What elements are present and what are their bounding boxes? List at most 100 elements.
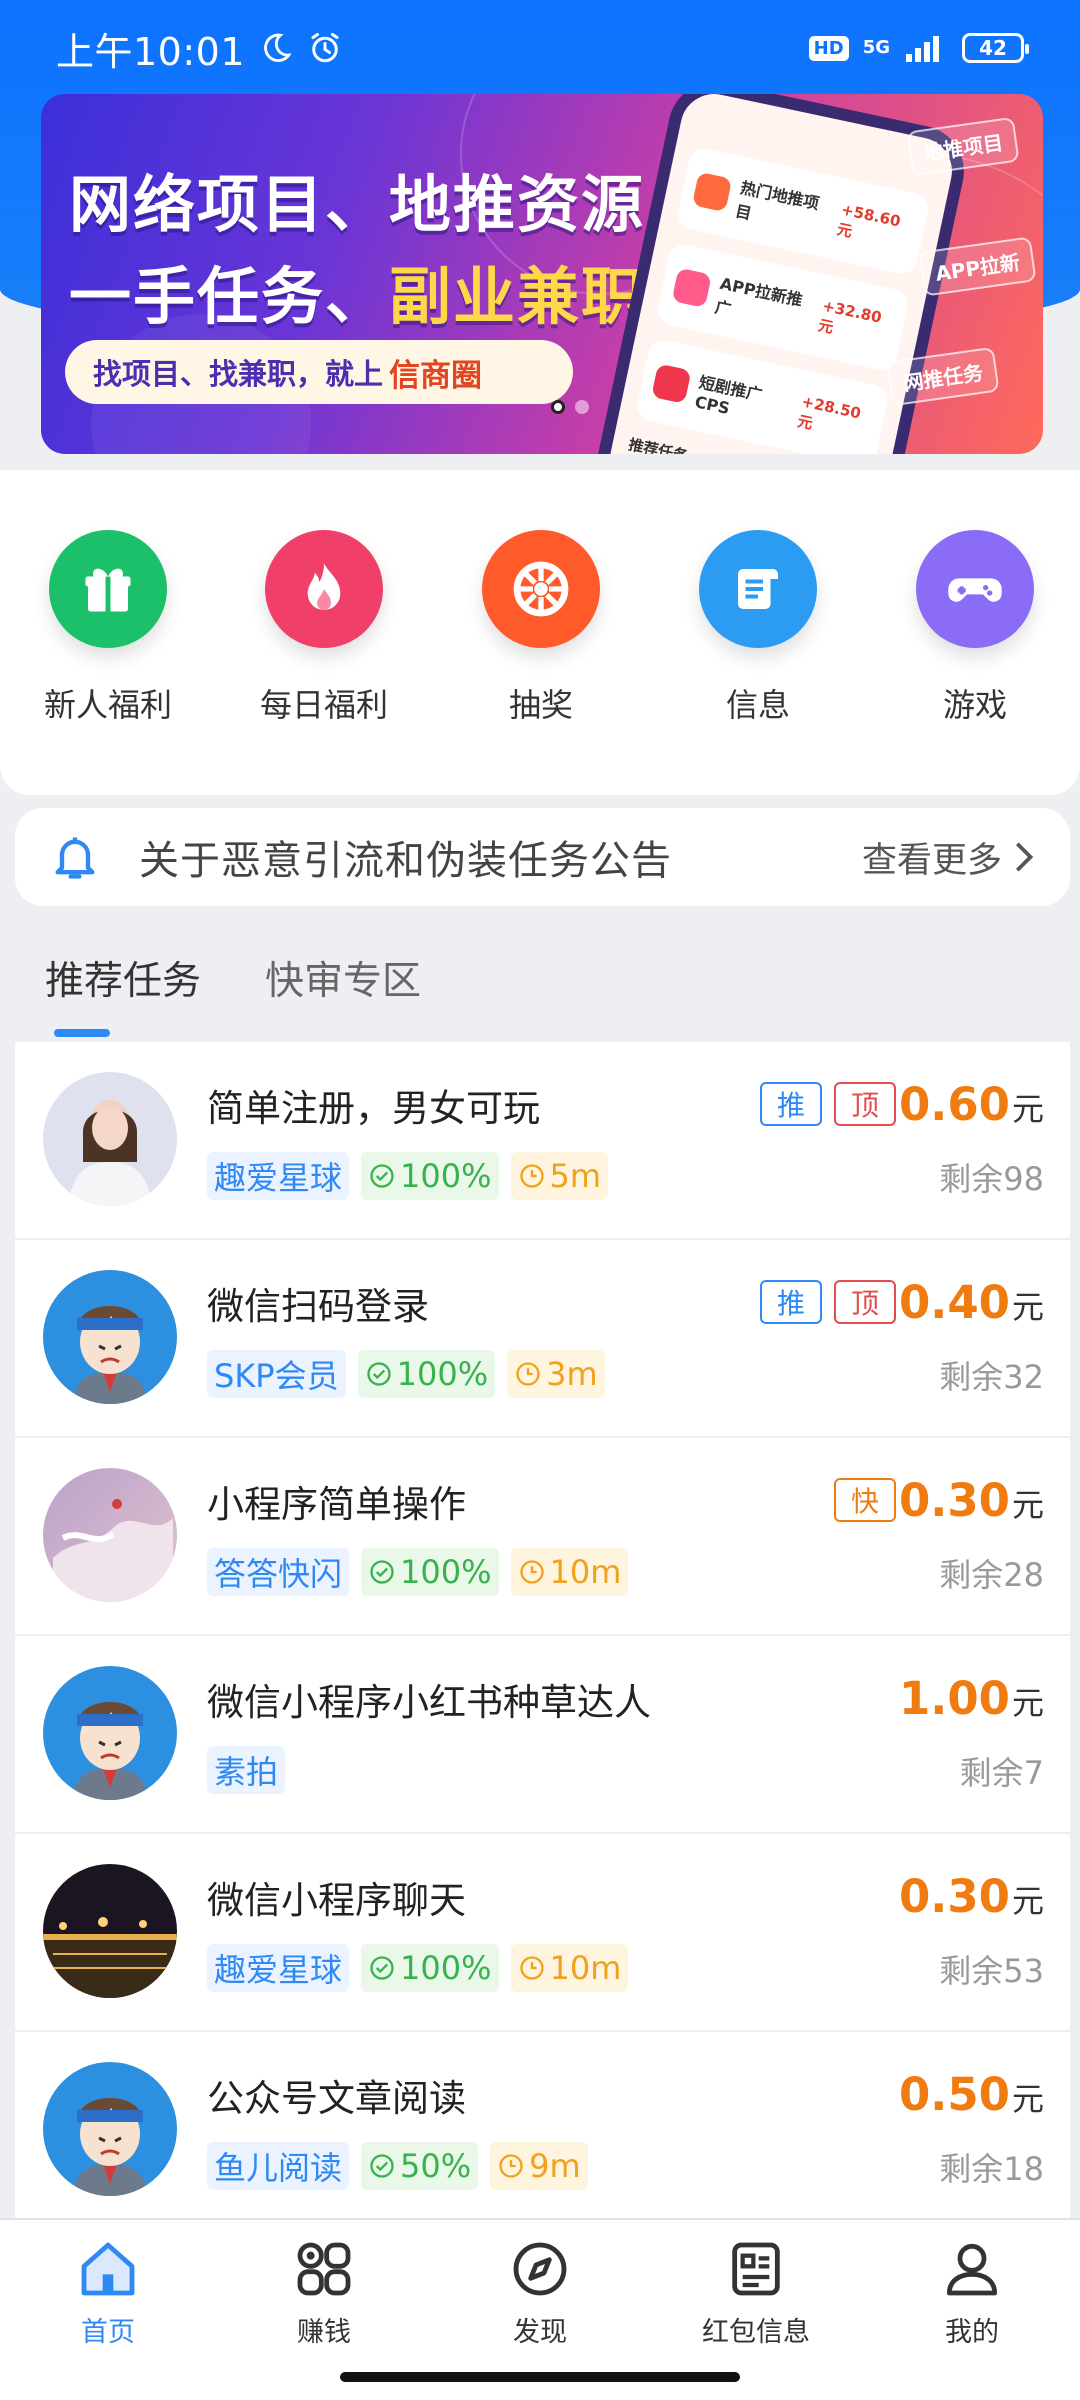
- nav-discover[interactable]: 发现: [460, 2234, 620, 2349]
- task-remaining: 剩余32: [939, 1358, 1044, 1396]
- banner-headline-2-prefix: 一手任务、: [69, 260, 390, 333]
- wheel-icon: [482, 530, 600, 648]
- flame-icon: [691, 171, 733, 213]
- play-icon: [651, 363, 692, 404]
- clock-icon: [519, 1560, 544, 1584]
- source-tag: 趣爱星球: [207, 1152, 350, 1200]
- time-tag: 10m: [510, 1548, 629, 1596]
- banner-slogan: 找项目、找兼职，就上 信商圈: [65, 340, 573, 404]
- brand-name: 信商圈: [389, 357, 483, 394]
- home-indicator[interactable]: [340, 2372, 740, 2382]
- news-icon: [676, 2234, 836, 2304]
- price-unit: 元: [1011, 2080, 1044, 2118]
- quick-entry-card: 新人福利 每日福利 抽奖 信息 游戏: [0, 470, 1080, 795]
- time-tag: 9m: [490, 2142, 588, 2190]
- task-row[interactable]: 公众号文章阅读 鱼儿阅读 50% 9m 0.50 元 剩余18: [15, 2032, 1070, 2230]
- task-title: 公众号文章阅读: [207, 2077, 466, 2120]
- task-tabs: 推荐任务 快审专区: [45, 950, 421, 1006]
- task-title: 微信小程序小红书种草达人: [207, 1681, 651, 1724]
- task-row[interactable]: 简单注册，男女可玩 趣爱星球 100% 5m 推 顶 0.60 元 剩余98: [15, 1042, 1070, 1240]
- task-row[interactable]: 微信小程序聊天 趣爱星球 100% 10m 0.30 元 剩余53: [15, 1834, 1070, 2032]
- task-row[interactable]: 微信扫码登录 SKP会员 100% 3m 推 顶 0.40 元 剩余32: [15, 1240, 1070, 1438]
- avatar: [43, 2062, 177, 2196]
- rate-tag: 100%: [361, 1548, 499, 1596]
- check-circle-icon: [370, 1560, 394, 1584]
- avatar: [43, 1270, 177, 1404]
- rate-tag: 100%: [361, 1944, 499, 1992]
- task-badges: 推 顶: [760, 1280, 896, 1324]
- promo-banner[interactable]: 网络项目、地推资源 一手任务、副业兼职 找项目、找兼职，就上 信商圈 热门地推项目…: [41, 94, 1043, 454]
- task-row[interactable]: 小程序简单操作 答答快闪 100% 10m 快 0.30 元 剩余28: [15, 1438, 1070, 1636]
- time-value: 10m: [549, 1553, 622, 1591]
- price-unit: 元: [1011, 1486, 1044, 1524]
- task-remaining: 剩余28: [939, 1556, 1044, 1594]
- task-remaining: 剩余53: [939, 1952, 1044, 1990]
- hd-icon: HD: [808, 35, 849, 61]
- quick-item-lottery[interactable]: 抽奖: [466, 530, 616, 726]
- task-title: 微信扫码登录: [207, 1285, 429, 1328]
- nav-home[interactable]: 首页: [28, 2234, 188, 2349]
- notice-more-link[interactable]: 查看更多: [862, 832, 1036, 883]
- tab-recommended[interactable]: 推荐任务: [45, 950, 201, 1006]
- network-label: 5G: [862, 37, 890, 58]
- banner-headline-1: 网络项目、地推资源: [69, 168, 646, 241]
- tab-fast-review[interactable]: 快审专区: [265, 950, 421, 1006]
- task-price: 0.30 元: [899, 1870, 1044, 1923]
- check-circle-icon: [370, 1956, 394, 1980]
- banner-dot[interactable]: [551, 400, 565, 414]
- task-tags: 素拍: [207, 1746, 286, 1794]
- avatar: [43, 1864, 177, 1998]
- time-tag: 3m: [507, 1350, 605, 1398]
- source-tag: 趣爱星球: [207, 1944, 350, 1992]
- rate-tag: 100%: [357, 1350, 496, 1398]
- nav-earn[interactable]: 赚钱: [244, 2234, 404, 2349]
- badge-fast: 快: [834, 1478, 896, 1522]
- quick-item-games[interactable]: 游戏: [900, 530, 1050, 726]
- banner-dot[interactable]: [575, 400, 589, 414]
- gamepad-icon: [916, 530, 1034, 648]
- quick-item-daily[interactable]: 每日福利: [249, 530, 399, 726]
- badge-top: 顶: [834, 1082, 896, 1126]
- flame-icon: [265, 530, 383, 648]
- banner-headline-2-highlight: 副业兼职: [389, 260, 646, 333]
- time-value: 5m: [549, 1157, 602, 1195]
- banner-headline-2: 一手任务、副业兼职: [69, 246, 645, 336]
- status-time: 上午10:01: [56, 29, 246, 74]
- rate-value: 100%: [400, 1157, 492, 1195]
- price-value: 1.00: [898, 1672, 1010, 1725]
- nav-label: 赚钱: [297, 2317, 351, 2348]
- time-value: 9m: [529, 2147, 581, 2185]
- badge-push: 推: [760, 1082, 822, 1126]
- battery-icon: 42: [962, 33, 1029, 63]
- quick-item-label: 信息: [725, 686, 790, 724]
- nav-me[interactable]: 我的: [892, 2234, 1052, 2349]
- price-value: 0.60: [898, 1078, 1010, 1131]
- task-price: 0.60 元: [899, 1078, 1044, 1131]
- task-price: 0.30 元: [899, 1474, 1044, 1527]
- task-badges: 推 顶: [760, 1082, 896, 1126]
- nav-redpacket-info[interactable]: 红包信息: [676, 2234, 836, 2349]
- quick-item-label: 每日福利: [259, 686, 388, 724]
- task-price: 0.50 元: [899, 2068, 1044, 2121]
- signal-icon: [906, 36, 939, 62]
- phone-row-title: APP拉新推广: [713, 273, 805, 320]
- time-tag: 5m: [510, 1152, 609, 1200]
- badge-push: 推: [760, 1280, 822, 1324]
- quick-item-info[interactable]: 信息: [683, 530, 833, 726]
- time-value: 3m: [546, 1355, 598, 1393]
- price-unit: 元: [1011, 1288, 1044, 1326]
- source-tag: 鱼儿阅读: [207, 2142, 350, 2190]
- quick-item-label: 游戏: [942, 686, 1007, 724]
- task-price: 1.00 元: [899, 1672, 1044, 1725]
- grid-icon: [244, 2234, 404, 2304]
- avatar: [43, 1666, 177, 1800]
- price-value: 0.50: [898, 2068, 1010, 2121]
- user-icon: [892, 2234, 1052, 2304]
- scroll-icon: [699, 530, 817, 648]
- price-value: 0.30: [898, 1870, 1010, 1923]
- quick-item-newcomer[interactable]: 新人福利: [33, 530, 183, 726]
- check-circle-icon: [370, 2154, 394, 2178]
- task-title: 简单注册，男女可玩: [207, 1087, 540, 1130]
- task-row[interactable]: 微信小程序小红书种草达人 素拍 1.00 元 剩余7: [15, 1636, 1070, 1834]
- notice-bar[interactable]: 关于恶意引流和伪装任务公告 查看更多: [15, 808, 1070, 906]
